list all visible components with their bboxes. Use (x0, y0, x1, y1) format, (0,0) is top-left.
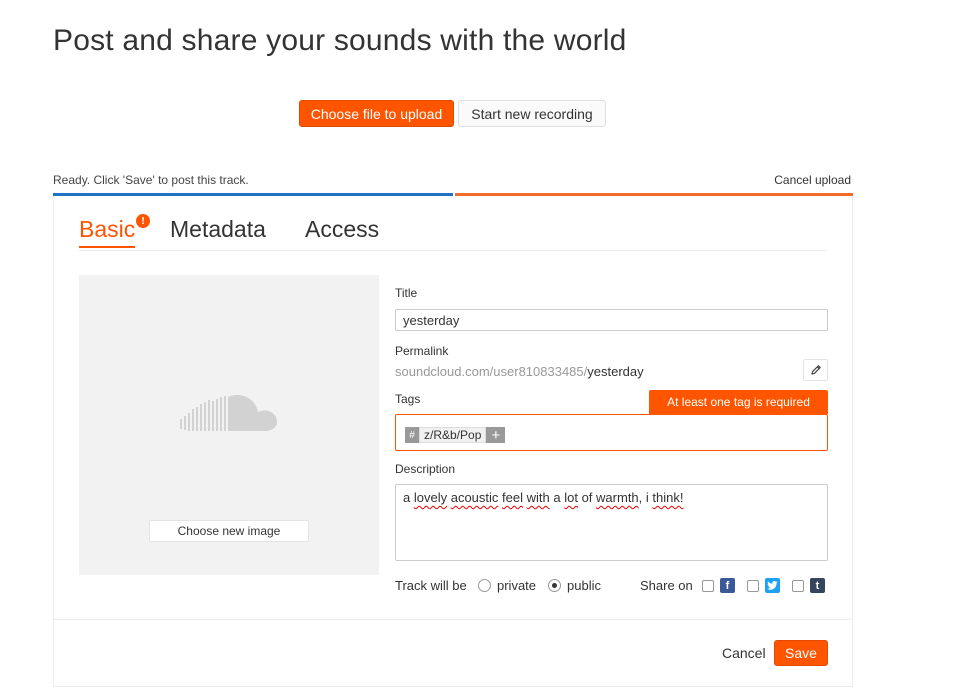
footer-divider (54, 619, 852, 620)
tab-metadata[interactable]: Metadata (170, 216, 266, 243)
tag-text[interactable]: z/R&b/Pop (419, 427, 487, 443)
tags-input[interactable]: # z/R&b/Pop + (395, 414, 828, 451)
tag-chip: # z/R&b/Pop + (405, 427, 506, 444)
description-textarea[interactable]: a lovely acoustic feel with a lot of war… (395, 484, 828, 561)
choose-image-button[interactable]: Choose new image (149, 520, 309, 542)
tab-basic-label: Basic (79, 216, 136, 242)
description-text: , i (638, 490, 653, 505)
tags-error-message: At least one tag is required (649, 390, 828, 414)
description-text: lovely (413, 490, 448, 505)
soundcloud-cloud-icon (180, 395, 277, 431)
cancel-upload-link[interactable]: Cancel upload (774, 173, 851, 187)
error-badge-icon: ! (136, 214, 150, 228)
tab-basic[interactable]: Basic ! (79, 214, 150, 248)
permalink-label: Permalink (395, 344, 449, 358)
description-text: with (526, 490, 550, 505)
permalink-slug: yesterday (587, 364, 644, 379)
pencil-icon (810, 365, 821, 375)
twitter-icon (765, 578, 780, 593)
title-label: Title (395, 286, 418, 300)
upload-form-card: Basic ! Metadata Access Choose new image… (53, 196, 853, 687)
add-tag-plus-icon[interactable]: + (486, 427, 506, 444)
description-text: a (403, 490, 414, 505)
public-radio[interactable] (548, 579, 561, 592)
tab-bar: Basic ! Metadata Access (79, 214, 827, 251)
permalink-base: soundcloud.com/user810833485/ (395, 364, 588, 379)
privacy-row: Track will be private public Share on f … (395, 578, 828, 594)
hash-icon: # (405, 427, 419, 443)
share-label: Share on (640, 578, 693, 593)
permalink-value: soundcloud.com/user810833485/yesterday (395, 364, 644, 379)
artwork-placeholder: Choose new image (79, 275, 379, 575)
facebook-checkbox[interactable] (702, 580, 714, 592)
private-radio[interactable] (478, 579, 491, 592)
description-text: a (549, 490, 565, 505)
title-input[interactable]: yesterday (395, 309, 828, 331)
tab-access[interactable]: Access (305, 216, 379, 243)
tags-label: Tags (395, 392, 421, 406)
description-text: feel (502, 490, 524, 505)
edit-permalink-button[interactable] (803, 359, 828, 381)
start-recording-button[interactable]: Start new recording (458, 100, 606, 127)
description-text: think! (652, 490, 684, 505)
facebook-icon: f (720, 578, 735, 593)
tumblr-checkbox[interactable] (792, 580, 804, 592)
description-text: lot (564, 490, 578, 505)
private-label: private (497, 578, 537, 593)
description-text: of (577, 490, 597, 505)
description-label: Description (395, 462, 456, 476)
description-text: warmth (596, 490, 639, 505)
public-label: public (567, 578, 601, 593)
privacy-label: Track will be (395, 578, 467, 593)
page-title: Post and share your sounds with the worl… (53, 24, 627, 57)
save-button[interactable]: Save (774, 640, 828, 666)
cancel-button[interactable]: Cancel (722, 645, 766, 661)
description-text: acoustic (450, 490, 499, 505)
tumblr-icon: t (810, 578, 825, 593)
upload-status: Ready. Click 'Save' to post this track. (53, 173, 249, 187)
choose-file-button[interactable]: Choose file to upload (299, 100, 454, 127)
twitter-checkbox[interactable] (747, 580, 759, 592)
